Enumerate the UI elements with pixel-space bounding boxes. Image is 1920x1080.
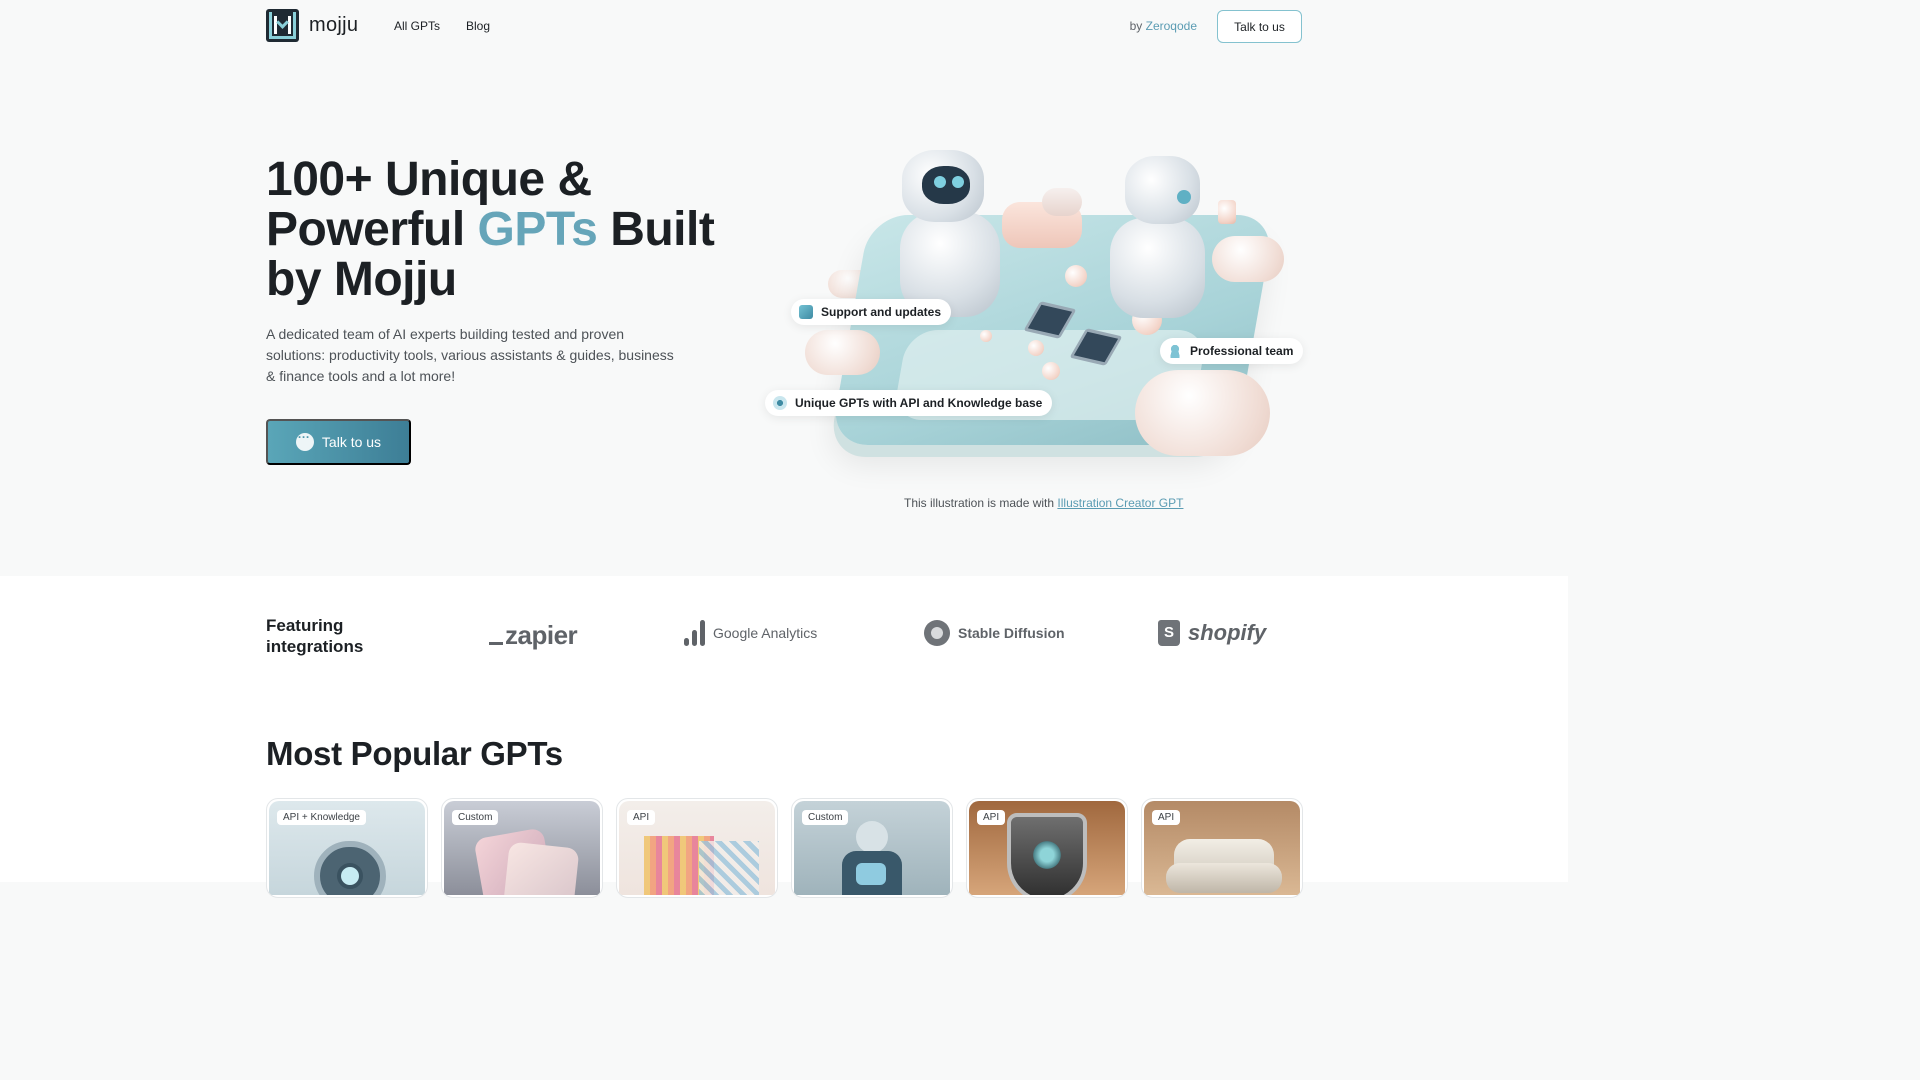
hero-title-part1: 100+ Unique & [266,153,592,206]
robot-right-head [1125,156,1200,224]
logo-text: mojju [309,14,359,36]
stable-diffusion-logo: Stable Diffusion [924,620,1065,646]
pill-support-label: Support and updates [821,305,941,319]
cloud-right-shape [1212,236,1284,282]
integrations-title: Featuring integrations [266,616,364,656]
chat-bubble-icon [295,430,314,451]
gpt-card[interactable]: API [966,798,1128,898]
pill-team-label: Professional team [1190,344,1294,358]
ball-shape [1042,362,1060,380]
zeroqode-link[interactable]: Zeroqode [1146,19,1197,33]
hero-button-label: Talk to us [321,434,382,450]
pill-support-updates: Support and updates [791,299,951,325]
ball-shape [1028,340,1044,356]
hero-title-accent: GPTs [477,203,598,256]
gpt-card-tag: API [627,810,656,825]
cloud-left-shape [805,330,880,375]
nav-talk-to-us-button[interactable]: Talk to us [1217,10,1302,43]
palette-icon [924,620,950,646]
hero-talk-to-us-button[interactable]: Talk to us [266,419,411,465]
hero-title-part3: Built [610,203,715,256]
gpt-card-image: Custom [794,801,950,895]
gpt-card-image: API [619,801,775,895]
pill-unique-label: Unique GPTs with API and Knowledge base [795,396,1043,410]
popular-gpts-title: Most Popular GPTs [266,735,563,772]
by-zeroqode: by Zeroqode [1130,19,1197,33]
gpt-card[interactable]: API [616,798,778,898]
user-icon [1168,344,1182,358]
zapier-logo: zapier [489,620,578,651]
molecule-icon [773,396,787,410]
by-prefix: by [1129,19,1143,33]
gpt-card-tag: API [1152,810,1181,825]
pill-professional-team: Professional team [1160,338,1304,364]
gpt-card-image: Custom [444,801,600,895]
logo[interactable]: mojju [266,9,358,42]
shopping-bag-icon [1158,620,1180,646]
logo-mark-icon [266,9,299,42]
shopify-wordmark: shopify [1188,620,1267,645]
stable-diffusion-wordmark: Stable Diffusion [958,625,1065,641]
illustration-caption: This illustration is made with Illustrat… [904,496,1183,510]
gpt-card-tag: API [977,810,1006,825]
gpt-card[interactable]: API [1141,798,1303,898]
cube-shape [1218,200,1236,224]
analytics-bars-icon [684,620,705,646]
hero-description: A dedicated team of AI experts building … [266,326,674,384]
hero-title: 100+ Unique & Powerful GPTs Built by Moj… [266,155,726,305]
gpt-card[interactable]: API + Knowledge [266,798,428,898]
top-navigation: mojju All GPTs Blog by Zeroqode Talk to … [0,0,1568,52]
zapier-wordmark: zapier [505,620,578,650]
google-analytics-wordmark: Google Analytics [713,625,818,641]
gpt-card[interactable]: Custom [441,798,603,898]
illustration-creator-link[interactable]: Illustration Creator GPT [1057,496,1183,510]
support-icon [799,305,813,319]
hero-title-part4: by Mojju [266,253,457,306]
gpt-card-image: API [1144,801,1300,895]
gpt-card-tag: API + Knowledge [277,810,366,825]
hero-title-part2: Powerful [266,203,465,256]
ball-shape [980,330,992,342]
shopify-logo: shopify [1158,620,1266,646]
gpt-card-tag: Custom [802,810,849,825]
gpt-card[interactable]: Custom [791,798,953,898]
caption-prefix: This illustration is made with [904,496,1055,510]
google-analytics-logo: Google Analytics [684,620,817,646]
gpt-card-tag: Custom [452,810,499,825]
gpt-card-image: API + Knowledge [269,801,425,895]
pill-unique-gpts: Unique GPTs with API and Knowledge base [765,390,1053,416]
nav-link-all-gpts[interactable]: All GPTs [394,19,440,33]
cloud-large-shape [1135,370,1270,456]
speech-bubble-small-shape [1042,188,1082,216]
nav-link-blog[interactable]: Blog [466,19,490,33]
robot-right-body [1110,218,1205,318]
robot-left-head [902,150,984,222]
ball-shape [1065,265,1087,287]
gpt-card-image: API [969,801,1125,895]
